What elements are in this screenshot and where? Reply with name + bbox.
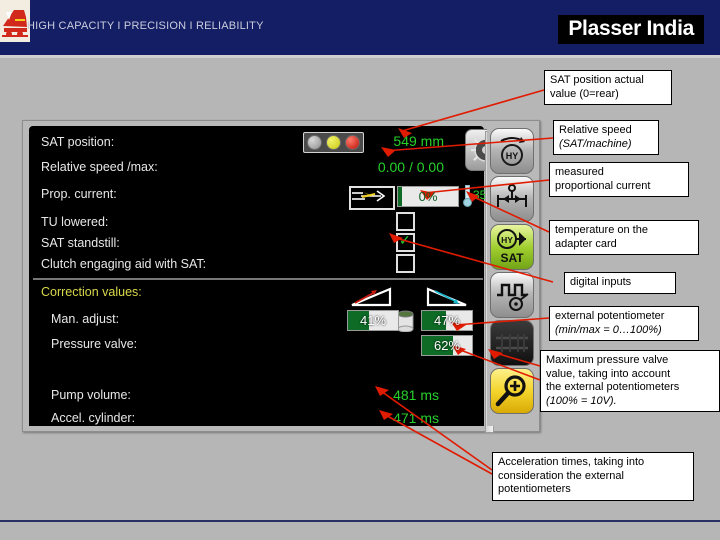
label-sat-standstill: SAT standstill: <box>41 236 120 250</box>
lamp-gray-icon <box>307 135 322 150</box>
man-adjust-up-bar: 41% <box>347 310 399 331</box>
callout-temperature: temperature on the adapter card <box>549 220 699 255</box>
callout-line: value, taking into account <box>546 367 671 380</box>
side-button-rail: HY HY SAT <box>487 126 535 426</box>
prop-current-bar: 0% <box>397 186 459 207</box>
label-prop-current: Prop. current: <box>41 187 117 201</box>
callout-line: Acceleration times, taking into <box>498 456 645 468</box>
man-adjust-up-text: 41% <box>359 313 387 328</box>
svg-text:HY: HY <box>501 235 513 245</box>
callout-line: adapter card <box>555 237 617 250</box>
label-correction-values: Correction values: <box>41 285 142 299</box>
hy-circle-icon: HY <box>500 137 525 166</box>
pressure-valve-bar: 62% <box>421 335 473 356</box>
callout-relative-speed: Relative speed (SAT/machine) <box>553 120 659 155</box>
zoom-in-button[interactable] <box>490 368 534 414</box>
callout-line: proportional current <box>555 179 651 192</box>
callout-line: digital inputs <box>570 276 632 288</box>
digital-inputs-button[interactable] <box>490 272 534 318</box>
man-adjust-down-text: 47% <box>433 313 461 328</box>
label-relative-speed: Relative speed /max: <box>41 160 158 174</box>
callout-max-pressure-valve: Maximum pressure valve value, taking int… <box>540 350 720 412</box>
pressure-valve-text: 62% <box>433 338 461 353</box>
hydraulic-button[interactable]: HY <box>490 128 534 174</box>
pulse-target-icon <box>497 283 529 311</box>
control-terminal-panel: SAT position: Relative speed /max: Prop.… <box>22 120 540 433</box>
value-accel-cylinder: 471 ms <box>393 410 439 426</box>
value-sat-position: 549 mm <box>393 133 444 149</box>
checkbox-sat-standstill[interactable]: ✓ <box>396 233 415 252</box>
callout-sat-position: SAT position actual value (0=rear) <box>544 70 672 105</box>
value-relative-speed: 0.00 / 0.00 <box>377 159 444 175</box>
ramp-up-icon <box>349 287 393 307</box>
checkbox-tick-icon: ✓ <box>399 232 411 248</box>
callout-line-italic: (100% = 10V). <box>546 394 617 407</box>
callout-line: potentiometers <box>498 483 571 495</box>
header-separator <box>0 55 720 58</box>
label-man-adjust: Man. adjust: <box>51 312 120 326</box>
callout-line-italic: (SAT/machine) <box>559 137 632 150</box>
callout-line: SAT position actual <box>550 74 644 86</box>
callout-line: measured <box>555 166 604 178</box>
footer-rule <box>0 520 720 522</box>
callout-line: value (0=rear) <box>550 87 619 100</box>
label-tu-lowered: TU lowered: <box>41 215 109 229</box>
label-pump-volume: Pump volume: <box>51 388 131 402</box>
callout-external-potentiometer: external potentiometer (min/max = 0…100%… <box>549 306 699 341</box>
page-header: HIGH CAPACITY I PRECISION I RELIABILITY … <box>0 0 720 55</box>
callout-line: the external potentiometers <box>546 381 680 393</box>
thermometer-icon <box>463 185 472 207</box>
ramp-down-icon <box>425 287 469 307</box>
label-clutch-engaging-aid: Clutch engaging aid with SAT: <box>41 257 207 271</box>
label-accel-cylinder: Accel. cylinder: <box>51 411 136 425</box>
diagram-button[interactable] <box>490 320 534 366</box>
callout-acceleration-times: Acceleration times, taking into consider… <box>492 452 694 501</box>
terminal-screen: SAT position: Relative speed /max: Prop.… <box>29 126 507 433</box>
track-diagram-icon <box>496 334 528 352</box>
man-adjust-down-bar: 47% <box>421 310 473 331</box>
svg-text:SAT: SAT <box>500 251 524 265</box>
checkbox-tu-lowered[interactable] <box>396 212 415 231</box>
prop-current-bar-text: 0% <box>418 189 438 204</box>
svg-text:HY: HY <box>506 151 519 161</box>
prop-current-symbol-icon <box>349 186 395 210</box>
callout-line: external potentiometer <box>555 310 665 322</box>
brand-logo-text: Plasser India <box>558 15 704 44</box>
section-divider <box>33 278 483 280</box>
axis-spread-icon <box>497 184 527 207</box>
callout-line: Relative speed <box>559 124 632 136</box>
header-tagline: HIGH CAPACITY I PRECISION I RELIABILITY <box>27 20 264 32</box>
label-sat-position: SAT position: <box>41 135 115 149</box>
checkbox-clutch-engaging-aid[interactable] <box>396 254 415 273</box>
callout-digital-inputs: digital inputs <box>564 272 676 294</box>
callout-proportional-current: measured proportional current <box>549 162 689 197</box>
value-pump-volume: 481 ms <box>393 387 439 403</box>
callout-line: consideration the external <box>498 469 624 482</box>
plasser-locomotive-logo <box>0 0 30 42</box>
callout-line: temperature on the <box>555 224 648 236</box>
sat-hydraulic-button[interactable]: HY SAT <box>490 224 534 270</box>
callout-line: Maximum pressure valve <box>546 354 669 366</box>
label-pressure-valve: Pressure valve: <box>51 337 138 351</box>
callout-line-italic: (min/max = 0…100%) <box>555 323 662 336</box>
axis-align-button[interactable] <box>490 176 534 222</box>
cylinder-icon <box>397 310 414 333</box>
hy-arrow-icon: HY SAT <box>497 229 526 265</box>
magnifier-plus-icon <box>495 375 526 407</box>
